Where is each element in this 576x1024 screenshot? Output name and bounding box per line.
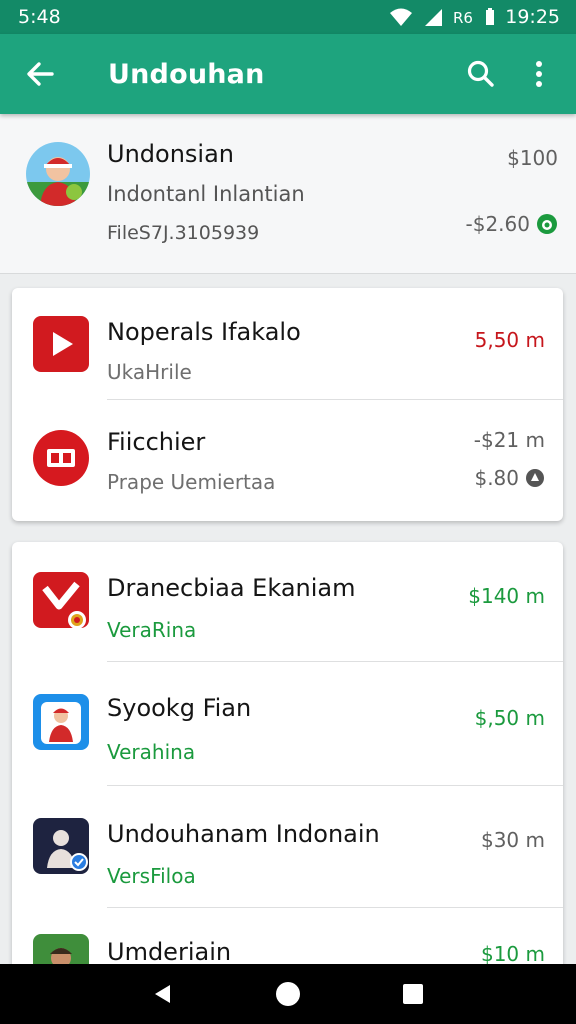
item-title: Syookg Fian	[107, 694, 252, 722]
list-item[interactable]: Noperals Ifakalo UkaHrile 5,50 m	[12, 288, 563, 400]
more-vert-icon	[536, 61, 542, 87]
item-price: $30 m	[480, 828, 545, 852]
item-subtitle: Prape Uemiertaa	[107, 470, 276, 494]
item-title: Undouhanam Indonain	[107, 820, 380, 848]
status-bar: 5:48 R6 19:25	[0, 0, 576, 34]
featured-price-change: -$2.60	[466, 212, 558, 236]
item-price: -$21 m	[473, 428, 545, 452]
home-circle-icon	[275, 982, 300, 1006]
person-avatar-icon	[33, 934, 89, 964]
item-price: $140 m	[468, 584, 545, 608]
overflow-menu-button[interactable]	[510, 34, 568, 114]
featured-title: Undonsian	[107, 140, 234, 168]
list-item[interactable]: Dranecbiaa Ekaniam VeraRina $140 m	[12, 542, 563, 662]
featured-item[interactable]: Undonsian Indontanl Inlantian FileS7J.31…	[0, 114, 576, 274]
item-title: Fiicchier	[107, 428, 206, 456]
navigation-bar	[0, 964, 576, 1024]
svg-text:R6: R6	[453, 9, 473, 26]
search-button[interactable]	[452, 34, 510, 114]
dark-person-app-icon	[33, 818, 89, 874]
item-subtitle: Verahina	[107, 740, 196, 764]
status-icons: R6 19:25	[389, 6, 560, 28]
blue-person-app-icon	[33, 694, 89, 750]
list-item[interactable]: Fiicchier Prape Uemiertaa -$21 m $.80	[12, 400, 563, 521]
red-check-app-icon	[33, 572, 89, 629]
featured-price-change-value: -$2.60	[465, 212, 530, 236]
item-title: Noperals Ifakalo	[107, 318, 301, 346]
data-icon: R6	[453, 8, 475, 26]
battery-icon	[485, 8, 495, 26]
list-item[interactable]: Syookg Fian Verahina $,50 m	[12, 662, 563, 786]
nav-back-button[interactable]	[143, 974, 183, 1014]
back-triangle-icon	[154, 985, 170, 1003]
featured-price: $100	[507, 146, 558, 170]
item-price: $10 m	[480, 942, 545, 964]
info-circle-icon	[526, 469, 544, 487]
nav-home-button[interactable]	[268, 974, 308, 1014]
wifi-icon	[389, 7, 413, 27]
content-list[interactable]: Undonsian Indontanl Inlantian FileS7J.31…	[0, 114, 576, 964]
item-price: $,50 m	[474, 706, 545, 730]
item-subtitle: UkaHrile	[107, 360, 192, 384]
item-price: 5,50 m	[474, 328, 545, 352]
app-card-secondary: Dranecbiaa Ekaniam VeraRina $140 m Syook…	[12, 542, 563, 964]
item-title: Dranecbiaa Ekaniam	[107, 574, 356, 602]
youtube-play-icon	[33, 316, 89, 372]
cinema-ticket-icon	[33, 430, 89, 486]
featured-detail: FileS7J.3105939	[107, 222, 260, 244]
list-item[interactable]: Undouhanam Indonain VersFiloa $30 m	[12, 786, 563, 908]
page-title: Undouhan	[108, 58, 265, 90]
list-item[interactable]: Umderiain $10 m	[12, 908, 563, 964]
search-icon	[467, 60, 494, 87]
back-button[interactable]	[0, 34, 80, 114]
status-time: 5:48	[18, 6, 61, 28]
status-clock: 19:25	[505, 6, 560, 28]
person-avatar-icon	[26, 142, 90, 206]
recents-square-icon	[403, 984, 424, 1004]
item-price-secondary: $.80	[474, 466, 545, 490]
back-arrow-icon	[27, 62, 54, 86]
item-subtitle: VeraRina	[107, 618, 197, 642]
item-title: Umderiain	[107, 938, 232, 964]
nav-recents-button[interactable]	[393, 974, 433, 1014]
item-price-secondary-value: $.80	[474, 466, 519, 490]
signal-icon	[423, 7, 443, 27]
featured-subtitle: Indontanl Inlantian	[107, 182, 305, 206]
app-card-primary: Noperals Ifakalo UkaHrile 5,50 m Fiicchi…	[12, 288, 563, 521]
app-bar: Undouhan	[0, 34, 576, 114]
item-subtitle: VersFiloa	[107, 864, 196, 888]
green-badge-icon	[537, 214, 557, 234]
